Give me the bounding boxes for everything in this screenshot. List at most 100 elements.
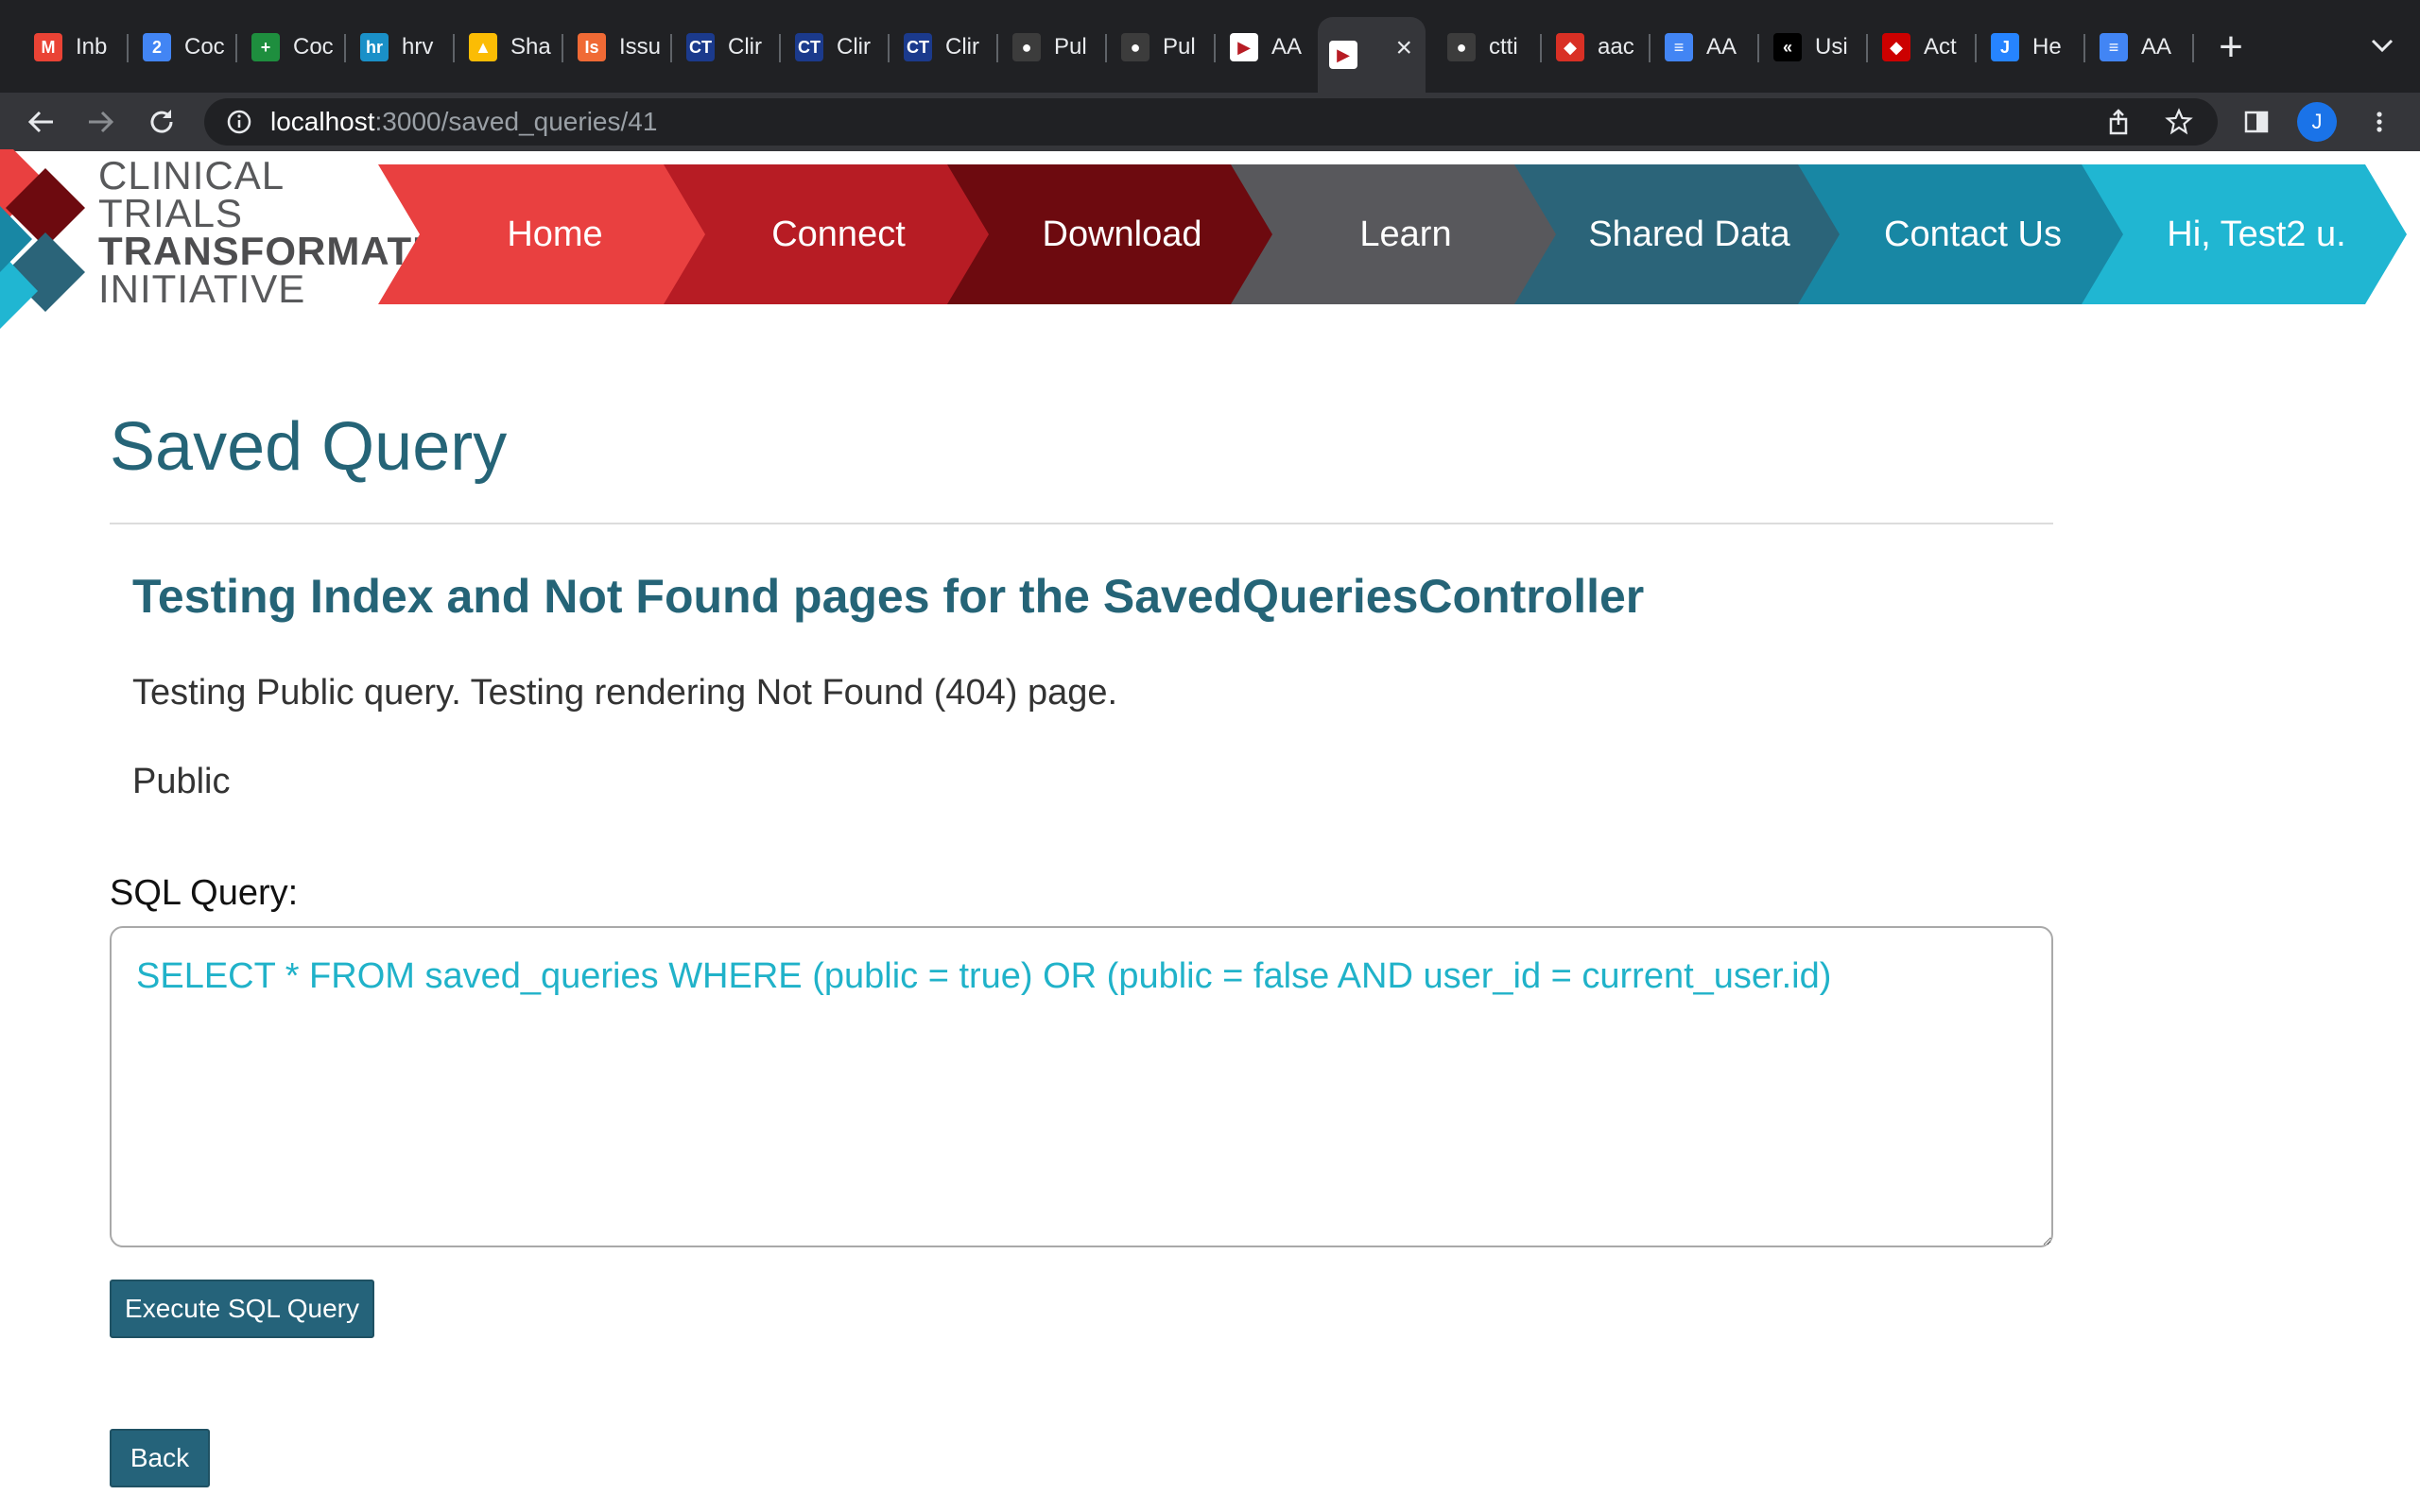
browser-tab[interactable]: ◆ aac	[1545, 17, 1651, 77]
drive-icon: ▲	[469, 33, 497, 61]
nav-item-connect[interactable]: Connect	[662, 164, 989, 304]
browser-tab[interactable]: ≡ AA	[1653, 17, 1759, 77]
browser-tab[interactable]: J He	[1979, 17, 2085, 77]
query-visibility: Public	[132, 762, 231, 801]
title-divider	[110, 523, 2053, 524]
profile-avatar[interactable]: J	[2297, 102, 2337, 142]
reload-icon	[150, 110, 173, 133]
execute-sql-query-button[interactable]: Execute SQL Query	[110, 1280, 374, 1338]
browser-tab-label: Act	[1924, 34, 1957, 60]
tab-separator	[1540, 34, 1542, 62]
nav-item-hi-test2-u[interactable]: Hi, Test2 u.	[2080, 164, 2407, 304]
nav-item-label: Learn	[1359, 214, 1452, 254]
browser-tab[interactable]: M Inb	[23, 17, 129, 77]
arrow-right-icon	[89, 111, 114, 133]
browser-tab-label: Usi	[1815, 34, 1848, 60]
tab-separator	[670, 34, 672, 62]
nav-item-label: Home	[507, 214, 603, 254]
browser-tab[interactable]: CT Clir	[784, 17, 890, 77]
browser-tab[interactable]: Is Issu	[566, 17, 672, 77]
nav-item-home[interactable]: Home	[378, 164, 705, 304]
github-icon: ●	[1012, 33, 1041, 61]
reload-button[interactable]	[140, 100, 183, 144]
browser-tab[interactable]: ◆ Act	[1871, 17, 1977, 77]
query-name: Testing Index and Not Found pages for th…	[132, 570, 1645, 623]
browser-tab-label: AA	[1706, 34, 1737, 60]
ruby-icon: ◆	[1882, 33, 1910, 61]
browser-tab[interactable]: + Coc	[240, 17, 346, 77]
browser-tab[interactable]: ● Pul	[1110, 17, 1216, 77]
tab-separator	[1757, 34, 1759, 62]
ctti-icon: ▶	[1329, 41, 1357, 69]
browser-tab-label: hrv	[402, 34, 434, 60]
ct-icon: CT	[795, 33, 823, 61]
info-icon[interactable]	[225, 108, 253, 136]
browser-tab-label: Coc	[293, 34, 334, 60]
browser-tab-label: AA	[1271, 34, 1303, 60]
tab-separator	[2192, 34, 2194, 62]
nav-item-label: Contact Us	[1884, 214, 2062, 254]
forward-nav-button[interactable]	[79, 100, 123, 144]
sql-query-textarea[interactable]	[110, 926, 2053, 1247]
arrow-left-icon	[27, 111, 53, 133]
code-icon: +	[251, 33, 280, 61]
browser-tab[interactable]: « Usi	[1762, 17, 1868, 77]
nav-item-label: Hi, Test2 u.	[2167, 214, 2346, 254]
issues-icon: Is	[578, 33, 606, 61]
share-icon[interactable]	[2104, 108, 2133, 136]
browser-tab[interactable]: hr hrv	[349, 17, 455, 77]
browser-tab-label: Inb	[76, 34, 108, 60]
browser-tab-label: AA	[2141, 34, 2172, 60]
url-path: :3000/saved_queries/41	[374, 107, 658, 136]
nav-item-shared-data[interactable]: Shared Data	[1512, 164, 1840, 304]
browser-tab[interactable]: 2 Coc	[131, 17, 237, 77]
star-icon[interactable]	[2165, 108, 2193, 136]
browser-tab[interactable]: CT Clir	[892, 17, 998, 77]
browser-tab[interactable]: ▶ ×	[1318, 17, 1426, 93]
hr-icon: hr	[360, 33, 389, 61]
close-tab-icon[interactable]: ×	[1395, 32, 1412, 64]
browser-tab-label: Pul	[1054, 34, 1087, 60]
browser-tab[interactable]: ▶ AA	[1219, 17, 1324, 77]
nav-item-label: Download	[1042, 214, 1202, 254]
browser-tab[interactable]: ▲ Sha	[458, 17, 563, 77]
browser-tab[interactable]: ● ctti	[1436, 17, 1542, 77]
gmail-icon: M	[34, 33, 62, 61]
app-icon: ◆	[1556, 33, 1584, 61]
browser-tab[interactable]: CT Clir	[675, 17, 781, 77]
browser-toolbar: localhost:3000/saved_queries/41 J	[0, 93, 2420, 151]
github-icon: ●	[1447, 33, 1476, 61]
tab-search-button[interactable]	[2363, 26, 2401, 64]
nav-item-label: Shared Data	[1588, 214, 1790, 254]
browser-tab-label: Issu	[619, 34, 662, 60]
back-nav-button[interactable]	[19, 100, 62, 144]
ctti-logo-icon[interactable]	[0, 149, 91, 329]
page-title: Saved Query	[110, 409, 508, 485]
nav-item-contact-us[interactable]: Contact Us	[1796, 164, 2123, 304]
browser-menu-button[interactable]	[2358, 100, 2401, 144]
calendar-icon: 2	[143, 33, 171, 61]
docs-icon: ≡	[1665, 33, 1693, 61]
tab-separator	[779, 34, 781, 62]
tab-separator	[562, 34, 563, 62]
url-host: localhost	[270, 107, 375, 136]
address-bar[interactable]: localhost:3000/saved_queries/41	[204, 98, 2218, 146]
new-tab-button[interactable]: +	[2212, 21, 2250, 74]
tab-separator	[235, 34, 237, 62]
query-description: Testing Public query. Testing rendering …	[132, 673, 1118, 713]
browser-tab[interactable]: ● Pul	[1001, 17, 1107, 77]
tab-separator	[888, 34, 890, 62]
nav-item-download[interactable]: Download	[945, 164, 1272, 304]
ct-icon: CT	[904, 33, 932, 61]
docs-icon: ≡	[2100, 33, 2128, 61]
chevrons-icon: «	[1773, 33, 1802, 61]
side-panel-button[interactable]	[2235, 100, 2278, 144]
back-button[interactable]: Back	[110, 1429, 210, 1487]
browser-tab-strip: M Inb 2 Coc + Coc hr hrv ▲ Sha Is Issu CT Clir CT Clir C…	[0, 0, 2420, 93]
tab-separator	[453, 34, 455, 62]
nav-item-learn[interactable]: Learn	[1229, 164, 1556, 304]
browser-tab[interactable]: ≡ AA	[2088, 17, 2194, 77]
ctti-icon: ▶	[1230, 33, 1258, 61]
browser-tab-label: Pul	[1163, 34, 1196, 60]
nav-item-label: Connect	[771, 214, 906, 254]
